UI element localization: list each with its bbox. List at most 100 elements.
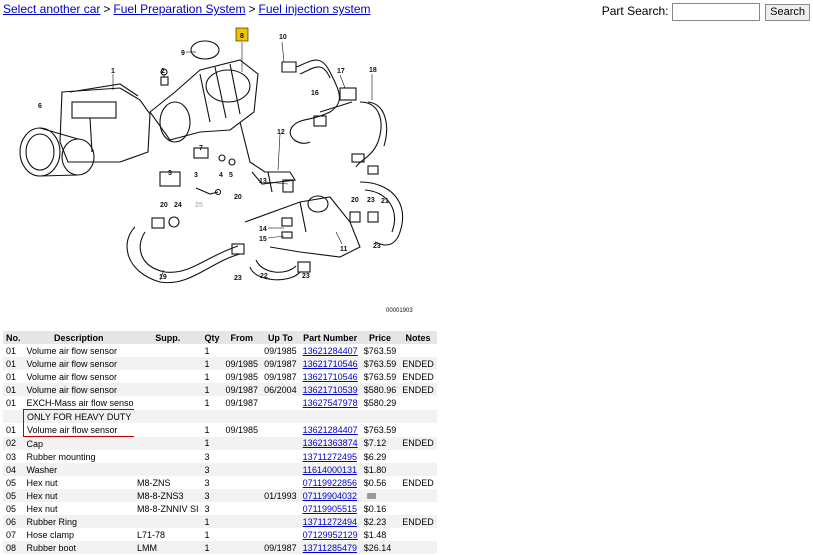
row-qty: 1 bbox=[204, 424, 210, 435]
table-row: 08 Rubber boot LMM 1 09/1987 13711285479 $26.1… bbox=[3, 541, 437, 554]
callout-6[interactable]: 6 bbox=[38, 103, 42, 110]
callout-23[interactable]: 23 bbox=[367, 197, 375, 204]
row-description: Rubber mounting bbox=[26, 451, 96, 462]
diagram-code: 00001903 bbox=[386, 308, 413, 314]
row-price: $580.96 bbox=[360, 383, 400, 396]
part-number-link[interactable]: 07119905515 bbox=[303, 504, 357, 514]
breadcrumb-separator: > bbox=[103, 2, 111, 16]
callout-24[interactable]: 24 bbox=[174, 202, 182, 209]
callout-5[interactable]: 5 bbox=[229, 172, 233, 179]
row-qty: 1 bbox=[201, 436, 223, 450]
row-notes bbox=[399, 528, 437, 541]
part-number-link[interactable]: 13621363874 bbox=[303, 438, 358, 448]
callout-18[interactable]: 18 bbox=[369, 67, 377, 74]
col-price: Price bbox=[360, 331, 400, 344]
row-qty: 1 bbox=[201, 357, 223, 370]
callout-11[interactable]: 11 bbox=[340, 246, 348, 253]
part-number-link[interactable]: 13711272494 bbox=[303, 517, 357, 527]
row-qty: 1 bbox=[204, 397, 210, 408]
row-notes: ENDED bbox=[402, 371, 434, 382]
callout-23d[interactable]: 23 bbox=[302, 273, 310, 280]
part-search-input[interactable] bbox=[671, 3, 760, 21]
callout-22[interactable]: 22 bbox=[260, 273, 268, 280]
callout-20c[interactable]: 20 bbox=[351, 197, 359, 204]
row-no: 02 bbox=[3, 436, 24, 450]
search-button[interactable]: Search bbox=[765, 3, 810, 21]
parts-table: No. Description Supp. Qty From Up To Par… bbox=[3, 331, 437, 554]
callout-20[interactable]: 20 bbox=[160, 202, 168, 209]
camera-icon[interactable] bbox=[366, 493, 376, 500]
callout-23b[interactable]: 23 bbox=[373, 243, 381, 250]
callout-21[interactable]: 21 bbox=[381, 198, 389, 205]
col-supp: Supp. bbox=[134, 331, 202, 344]
table-row: 04 Washer 3 11614000131 $1.80 bbox=[3, 463, 437, 476]
breadcrumb-select-car[interactable]: Select another car bbox=[3, 2, 100, 16]
table-row: 06 Rubber Ring 1 13711272494 $2.23 ENDED bbox=[3, 515, 437, 528]
row-supp: M8-8-ZNNIV SI bbox=[137, 503, 199, 514]
part-number-link[interactable]: 13621284407 bbox=[303, 425, 358, 435]
part-number-link[interactable]: 13711285479 bbox=[303, 543, 357, 553]
row-up-to: 09/1987 bbox=[261, 541, 300, 554]
row-from: 09/1987 bbox=[225, 397, 259, 408]
callout-9[interactable]: 9 bbox=[181, 50, 185, 57]
callout-16[interactable]: 16 bbox=[311, 90, 319, 97]
row-description: Volume air flow sensor bbox=[23, 383, 134, 396]
row-part-number: 13627547978 bbox=[300, 396, 361, 410]
callout-3b[interactable]: 3 bbox=[194, 172, 198, 179]
row-description: EXCH-Mass air flow sensor bbox=[26, 397, 135, 408]
parts-table-body: 01 Volume air flow sensor 1 09/1985 13621284… bbox=[3, 344, 437, 554]
breadcrumb-fuel-preparation[interactable]: Fuel Preparation System bbox=[113, 2, 245, 16]
callout-8[interactable]: 8 bbox=[240, 33, 244, 40]
row-description: Volume air flow sensor bbox=[23, 357, 134, 370]
row-up-to bbox=[261, 515, 300, 528]
part-number-link[interactable]: 07129952129 bbox=[303, 530, 358, 540]
part-number-link[interactable]: 13621710539 bbox=[303, 385, 358, 395]
row-description: Volume air flow sensor bbox=[26, 345, 118, 356]
callout-2[interactable]: 2 bbox=[161, 68, 165, 75]
row-no: 05 bbox=[3, 489, 24, 502]
row-price bbox=[360, 409, 400, 423]
row-part-number: 13621284407 bbox=[300, 344, 361, 357]
callout-20b[interactable]: 20 bbox=[234, 194, 242, 201]
part-number-link[interactable]: 07119904032 bbox=[303, 491, 357, 501]
callout-1[interactable]: 1 bbox=[111, 68, 115, 75]
row-price: $0.56 bbox=[363, 477, 387, 488]
part-number-link[interactable]: 13621710546 bbox=[303, 372, 358, 382]
row-supp: M8-ZNS bbox=[137, 477, 171, 488]
row-supp bbox=[134, 383, 202, 396]
row-notes: ENDED bbox=[399, 436, 437, 450]
callout-12[interactable]: 12 bbox=[277, 129, 285, 136]
callout-14[interactable]: 14 bbox=[259, 226, 267, 233]
row-no: 01 bbox=[3, 357, 24, 370]
row-part-number: 13621363874 bbox=[299, 436, 361, 450]
row-supp bbox=[134, 436, 202, 450]
row-part-number: 13621710546 bbox=[300, 370, 361, 383]
col-qty: Qty bbox=[201, 331, 223, 344]
part-number-link[interactable]: 13711272495 bbox=[303, 452, 357, 462]
row-from bbox=[222, 489, 262, 502]
callout-15[interactable]: 15 bbox=[259, 236, 267, 243]
part-number-link[interactable]: 07119922856 bbox=[303, 478, 357, 488]
part-number-link[interactable]: 13627547978 bbox=[303, 398, 358, 408]
row-price: $763.59 bbox=[363, 371, 397, 382]
part-number-link[interactable]: 13621284407 bbox=[303, 346, 358, 356]
table-row: 07 Hose clamp L71-78 1 07129952129 $1.48 bbox=[3, 528, 437, 541]
part-number-link[interactable]: 13621710546 bbox=[303, 359, 358, 369]
row-up-to bbox=[261, 436, 300, 450]
callout-4[interactable]: 4 bbox=[219, 172, 223, 179]
callout-13[interactable]: 13 bbox=[259, 178, 267, 185]
row-part-number: 07119904032 bbox=[299, 489, 361, 502]
row-price: $580.29 bbox=[363, 397, 397, 408]
row-price: $1.80 bbox=[360, 463, 400, 476]
callout-10[interactable]: 10 bbox=[279, 34, 287, 41]
callout-19[interactable]: 19 bbox=[159, 274, 167, 281]
callout-7[interactable]: 7 bbox=[199, 145, 203, 152]
row-description: Hex nut bbox=[26, 477, 58, 488]
callout-3[interactable]: 3 bbox=[168, 170, 172, 177]
callout-23c[interactable]: 23 bbox=[234, 275, 242, 282]
row-price: $0.16 bbox=[363, 503, 387, 514]
callout-17[interactable]: 17 bbox=[337, 68, 345, 75]
breadcrumb-fuel-injection[interactable]: Fuel injection system bbox=[258, 2, 370, 16]
callout-25[interactable]: 25 bbox=[195, 202, 203, 209]
part-number-link[interactable]: 11614000131 bbox=[303, 465, 357, 475]
